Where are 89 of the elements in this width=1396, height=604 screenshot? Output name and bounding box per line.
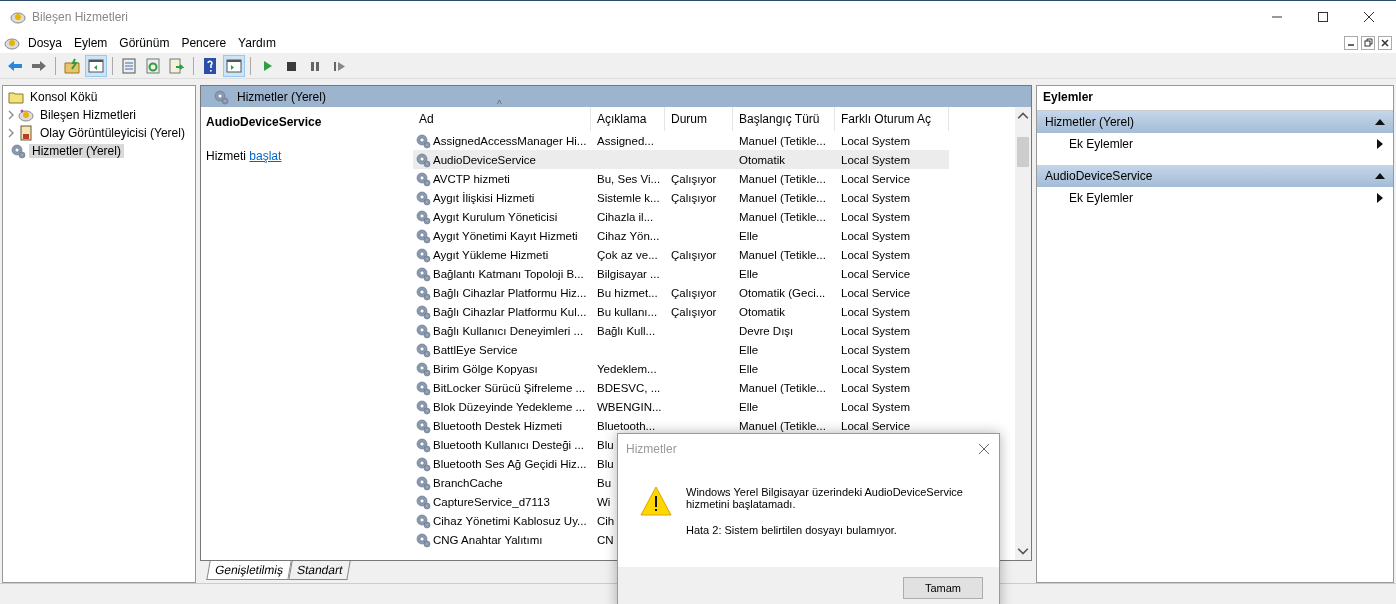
table-cell: Aygıt Kurulum Yöneticisi [433,210,558,223]
table-cell: Blu [597,438,614,451]
table-cell: Bağlı Kullanıcı Deneyimleri ... [433,324,584,337]
table-cell: Bluetooth Ses Ağ Geçidi Hiz... [433,457,587,470]
table-cell: Local System [841,248,911,261]
window-title: Bileşen Hizmetleri [32,9,129,24]
table-cell: Devre Dışı [739,324,794,337]
table-cell: Local Service [841,419,911,432]
table-cell: AudioDeviceService [433,153,536,166]
table-cell: Bluetooth Destek Hizmeti [433,419,563,432]
table-cell: WBENGIN... [597,400,662,413]
table-cell: Bluetooth... [597,419,656,432]
table-cell: Blok Düzeyinde Yedekleme ... [433,400,586,413]
table-cell: BitLocker Sürücü Şifreleme ... [433,381,586,394]
table-cell: Çalışıyor [671,172,717,185]
table-cell: AssignedAccessManager Hi... [433,134,587,147]
table-cell: Bu, Ses Vi... [597,172,661,185]
table-cell: Birim Gölge Kopyası [433,362,538,375]
action-group-title: AudioDeviceService [1045,169,1153,183]
table-cell: Otomatik (Geci... [739,286,826,299]
table-cell: Cih [597,514,615,527]
table-cell: Otomatik [739,153,785,166]
table-cell: CNG Anahtar Yalıtımı [433,533,543,546]
table-cell: Bu [597,476,612,489]
table-cell: Manuel (Tetikle... [739,191,826,204]
table-cell: Local System [841,400,911,413]
table-cell: Local System [841,210,911,223]
table-cell: CN [597,533,614,546]
table-cell: Yedeklem... [597,362,657,375]
panel-title: Hizmetler (Yerel) [237,89,326,104]
error-detail: Hata 2: Sistem belirtilen dosyayı bulamıyor. [686,524,898,536]
table-cell: Local System [841,191,911,204]
table-cell: Aygıt Yükleme Hizmeti [433,248,549,261]
table-cell: Bluetooth Kullanıcı Desteği ... [433,438,584,451]
table-cell: Otomatik [739,305,785,318]
table-cell: Local Service [841,172,911,185]
table-cell: Blu [597,457,614,470]
table-cell: Çalışıyor [671,305,717,318]
table-cell: Elle [739,343,759,356]
table-cell: Çalışıyor [671,248,717,261]
table-cell: Local System [841,381,911,394]
table-cell: Bilgisayar ... [597,267,660,280]
table-cell: AVCTP hizmeti [433,172,510,185]
table-cell: Manuel (Tetikle... [739,172,826,185]
table-cell: Bu kullanı... [597,305,658,318]
action-group-title: Hizmetler (Yerel) [1045,115,1134,129]
table-cell: Cihazla il... [597,210,654,223]
table-cell: Elle [739,229,759,242]
table-cell: Çalışıyor [671,286,717,299]
table-cell: Manuel (Tetikle... [739,419,826,432]
table-cell: Cihaz Yönetimi Kablosuz Uy... [433,514,587,527]
table-cell: BattlEye Service [433,343,518,356]
sort-indicator: ^ [497,99,502,110]
dialog-title: Hizmetler [626,442,677,456]
table-cell: Cihaz Yön... [597,229,660,242]
table-cell: Local System [841,324,911,337]
table-cell: Sistemle k... [597,191,660,204]
table-cell: Local System [841,305,911,318]
table-cell: Assigned... [597,134,654,147]
table-cell: Çalışıyor [671,191,717,204]
table-cell: Bağlı Cihazlar Platformu Kul... [433,305,587,318]
table-cell: Local System [841,153,911,166]
table-cell: Local System [841,229,911,242]
error-message: Windows Yerel Bilgisayar üzerindeki AudioDeviceService hizmetini başlatamadı. [686,486,964,510]
table-cell: Manuel (Tetikle... [739,134,826,147]
table-cell: Local System [841,134,911,147]
table-cell: BranchCache [433,476,503,489]
table-cell: BDESVC, ... [597,381,661,394]
table-cell: Bu hizmet... [597,286,658,299]
table-cell: Aygıt Yönetimi Kayıt Hizmeti [433,229,578,242]
table-cell: Local System [841,343,911,356]
table-cell: Elle [739,362,759,375]
table-cell: Elle [739,267,759,280]
table-cell: Wi [597,495,611,508]
table-cell: Local Service [841,286,911,299]
table-cell: Manuel (Tetikle... [739,210,826,223]
table-cell: Bağlı Cihazlar Platformu Hiz... [433,286,587,299]
service-name: AudioDeviceService [206,115,323,129]
table-cell: Manuel (Tetikle... [739,381,826,394]
table-cell: Bağlantı Katmanı Topoloji B... [433,267,584,280]
table-cell: Çok az ve... [597,248,658,261]
table-cell: Local Service [841,267,911,280]
table-cell: CaptureService_d7113 [433,495,550,508]
table-cell: Elle [739,400,759,413]
table-cell: Local System [841,362,911,375]
table-cell: Bağlı Kull... [597,324,656,337]
table-cell: Aygıt İlişkisi Hizmeti [433,191,535,204]
action-label: Hizmeti [206,149,246,163]
table-cell: Manuel (Tetikle... [739,248,826,261]
